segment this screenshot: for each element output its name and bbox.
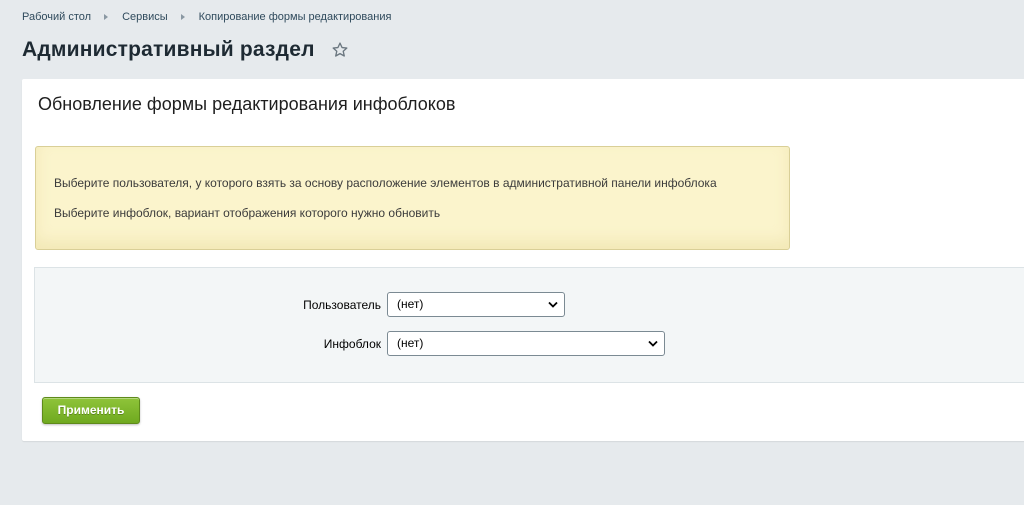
- chevron-down-icon: [548, 301, 558, 308]
- page-title: Административный раздел: [22, 38, 315, 61]
- breadcrumb-item-services[interactable]: Сервисы: [122, 11, 168, 23]
- form-area: Пользователь (нет) Инфоблок (нет): [34, 267, 1024, 383]
- content-card: Обновление формы редактирования инфоблок…: [22, 79, 1024, 441]
- star-icon[interactable]: [331, 41, 349, 59]
- user-select-value: (нет): [397, 297, 424, 311]
- iblock-field-label: Инфоблок: [323, 336, 381, 351]
- form-row-iblock: Инфоблок (нет): [281, 331, 665, 356]
- iblock-select-value: (нет): [397, 336, 424, 350]
- breadcrumb: Рабочий стол Сервисы Копирование формы р…: [22, 11, 391, 23]
- apply-button[interactable]: Применить: [42, 397, 140, 424]
- breadcrumb-item-desktop[interactable]: Рабочий стол: [22, 11, 91, 23]
- breadcrumb-separator-icon: [180, 14, 185, 20]
- user-field-label: Пользователь: [303, 297, 381, 312]
- note-line-iblock: Выберите инфоблок, вариант отображения к…: [54, 206, 441, 220]
- card-title: Обновление формы редактирования инфоблок…: [38, 94, 456, 114]
- user-select[interactable]: (нет): [387, 292, 565, 317]
- title-row: Административный раздел: [22, 38, 349, 62]
- breadcrumb-item-copy-form[interactable]: Копирование формы редактирования: [199, 11, 392, 23]
- breadcrumb-separator-icon: [104, 14, 109, 20]
- page: Рабочий стол Сервисы Копирование формы р…: [0, 0, 1024, 505]
- iblock-select[interactable]: (нет): [387, 331, 665, 356]
- form-row-user: Пользователь (нет): [281, 292, 565, 317]
- note-line-user: Выберите пользователя, у которого взять …: [54, 176, 717, 190]
- info-note: Выберите пользователя, у которого взять …: [35, 146, 790, 250]
- chevron-down-icon: [648, 340, 658, 347]
